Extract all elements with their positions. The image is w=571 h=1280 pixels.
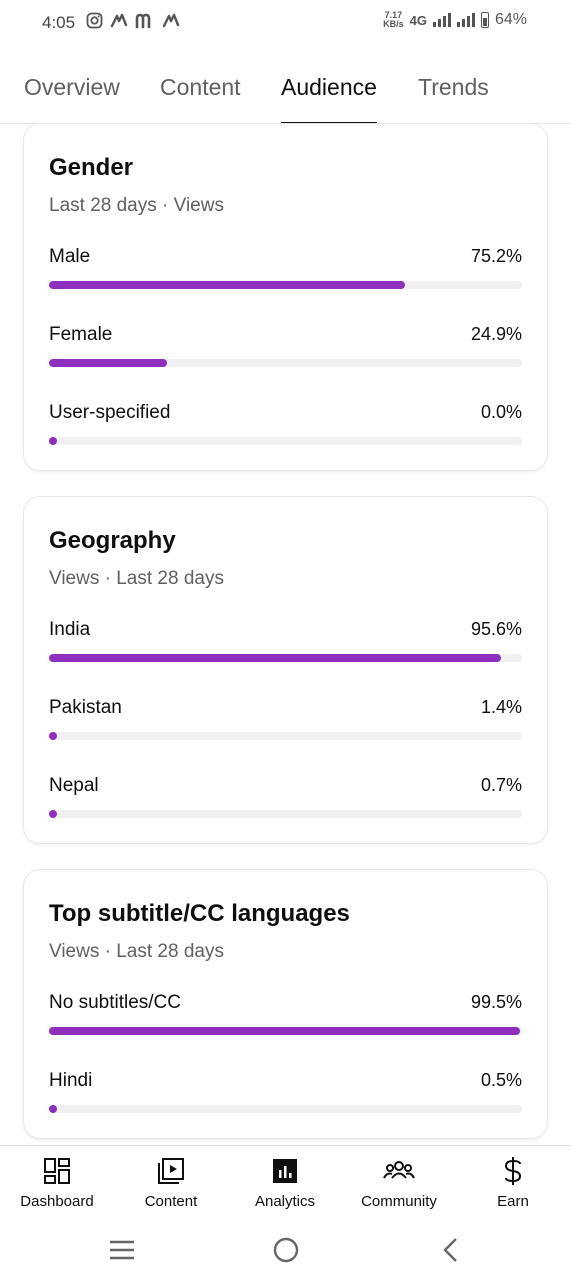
row-label: Hindi	[49, 1070, 93, 1091]
content-icon	[158, 1158, 184, 1184]
row-value: 1.4%	[480, 697, 522, 717]
analytics-icon	[273, 1159, 297, 1183]
row-value: 95.6%	[470, 619, 522, 639]
card-title: Gender	[49, 154, 134, 181]
analytics-tabs: Overview Content Audience Trends	[0, 60, 571, 125]
app-icon	[162, 13, 180, 27]
home-icon[interactable]	[272, 1236, 300, 1264]
bar-fill	[49, 732, 57, 740]
stat-row-nepal: Nepal 0.7%	[49, 775, 522, 825]
notification-icons	[86, 12, 180, 29]
battery-percent: 64%	[494, 11, 527, 28]
dollar-icon	[504, 1157, 522, 1185]
network-speed: 7.17 KB/s	[383, 11, 404, 29]
stat-row-pakistan: Pakistan 1.4%	[49, 697, 522, 747]
network-type: 4G	[409, 12, 427, 28]
bar-fill	[49, 1105, 57, 1113]
card-title: Top subtitle/CC languages	[49, 900, 350, 927]
row-value: 0.7%	[480, 775, 522, 795]
card-subtitle: Last 28 days · Views	[49, 195, 224, 216]
row-value: 99.5%	[470, 992, 522, 1012]
row-label: India	[49, 619, 91, 640]
nav-analytics[interactable]: Analytics	[228, 1156, 342, 1210]
back-icon[interactable]	[440, 1236, 460, 1264]
row-label: Female	[49, 324, 113, 345]
bottom-nav: Dashboard Content Analytics Community Ea…	[0, 1145, 571, 1220]
nav-label: Community	[361, 1193, 437, 1210]
nav-dashboard[interactable]: Dashboard	[0, 1156, 114, 1210]
bar-track	[49, 810, 522, 818]
signal-icon	[432, 13, 451, 27]
community-icon	[383, 1161, 415, 1179]
m-icon	[135, 13, 151, 28]
bar-track	[49, 1027, 522, 1035]
geography-card[interactable]: Geography Views · Last 28 days India 95.…	[24, 497, 547, 843]
nav-label: Content	[144, 1193, 198, 1210]
row-label: User-specified	[49, 402, 171, 423]
row-value: 24.9%	[470, 324, 522, 344]
nav-label: Dashboard	[20, 1193, 94, 1210]
stat-row-user-specified: User-specified 0.0%	[49, 402, 522, 452]
bar-track	[49, 359, 522, 367]
bar-fill	[49, 810, 57, 818]
gender-card[interactable]: Gender Last 28 days · Views Male 75.2% F…	[24, 124, 547, 470]
tab-content[interactable]: Content	[160, 74, 241, 124]
bar-fill	[49, 359, 167, 367]
battery-icon	[480, 12, 489, 28]
bar-track	[49, 281, 522, 289]
row-value: 0.5%	[480, 1070, 522, 1090]
status-bar: 4:05 7.17 KB/s 4G 64%	[0, 0, 571, 48]
app-icon	[110, 13, 128, 27]
nav-label: Analytics	[254, 1193, 316, 1210]
row-value: 0.0%	[480, 402, 522, 422]
bar-fill	[49, 281, 405, 289]
card-subtitle: Views · Last 28 days	[49, 941, 224, 962]
tab-overview[interactable]: Overview	[24, 74, 120, 124]
tab-audience[interactable]: Audience	[281, 74, 377, 125]
bar-fill	[49, 654, 501, 662]
bar-track	[49, 1105, 522, 1113]
instagram-icon	[86, 12, 103, 29]
row-label: Nepal	[49, 775, 99, 796]
card-title: Geography	[49, 527, 176, 554]
bar-track	[49, 732, 522, 740]
nav-label: Earn	[497, 1193, 529, 1210]
stat-row-india: India 95.6%	[49, 619, 522, 669]
stat-row-male: Male 75.2%	[49, 246, 522, 296]
status-time: 4:05	[42, 13, 76, 32]
row-label: Pakistan	[49, 697, 122, 718]
network-speed-unit: KB/s	[383, 19, 404, 29]
subtitle-languages-card[interactable]: Top subtitle/CC languages Views · Last 2…	[24, 870, 547, 1138]
stat-row-female: Female 24.9%	[49, 324, 522, 374]
nav-community[interactable]: Community	[342, 1156, 456, 1210]
nav-content[interactable]: Content	[114, 1156, 228, 1210]
system-nav	[0, 1220, 571, 1280]
nav-earn[interactable]: Earn	[456, 1156, 570, 1210]
row-value: 75.2%	[470, 246, 522, 266]
bar-track	[49, 654, 522, 662]
stat-row-no-subtitles: No subtitles/CC 99.5%	[49, 992, 522, 1042]
tab-trends[interactable]: Trends	[418, 74, 489, 124]
row-label: Male	[49, 246, 91, 267]
bar-track	[49, 437, 522, 445]
dashboard-icon	[44, 1158, 70, 1184]
stat-row-hindi: Hindi 0.5%	[49, 1070, 522, 1120]
signal-icon	[456, 13, 475, 27]
row-label: No subtitles/CC	[49, 992, 181, 1013]
bar-fill	[49, 437, 57, 445]
bar-fill	[49, 1027, 520, 1035]
card-subtitle: Views · Last 28 days	[49, 568, 224, 589]
status-right: 7.17 KB/s 4G 64%	[383, 11, 527, 29]
menu-icon[interactable]	[108, 1238, 136, 1262]
